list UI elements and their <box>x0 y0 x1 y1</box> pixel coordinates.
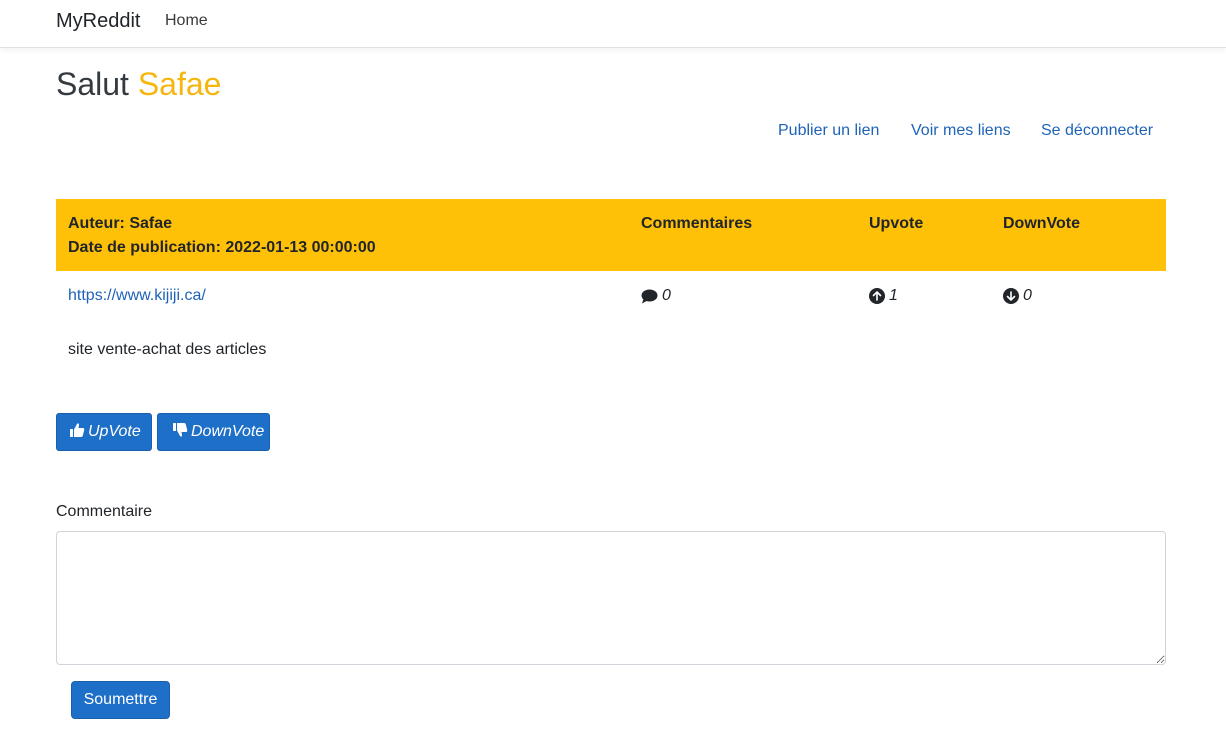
comment-textarea[interactable] <box>56 531 1166 665</box>
column-downvote: DownVote <box>1003 215 1081 232</box>
column-comments: Commentaires <box>641 215 753 232</box>
thumbs-up-icon <box>69 422 85 443</box>
arrow-up-circle-icon <box>869 288 885 304</box>
comment-label: Commentaire <box>56 503 153 520</box>
submit-button[interactable]: Soumettre <box>71 681 170 719</box>
downvote-button-label: DownVote <box>191 423 265 440</box>
page-title: Salut Safae <box>56 66 221 103</box>
downvote-count: 0 <box>1023 287 1032 304</box>
column-upvote: Upvote <box>869 215 924 232</box>
greeting-prefix: Salut <box>56 66 129 102</box>
upvote-button-label: UpVote <box>88 423 141 440</box>
brand-link[interactable]: MyReddit <box>56 10 140 33</box>
post-row: https://www.kijiji.ca/ 0 1 0 <box>56 271 1166 321</box>
comment-icon <box>641 289 658 304</box>
publish-link[interactable]: Publier un lien <box>778 122 879 140</box>
logout-link[interactable]: Se déconnecter <box>1041 122 1153 140</box>
user-actions: Publier un lien Voir mes liens Se déconn… <box>0 122 1226 144</box>
navbar: MyReddit Home <box>0 0 1226 48</box>
post-author: Auteur: Safae <box>68 215 173 232</box>
comments-count: 0 <box>662 287 671 304</box>
my-links-link[interactable]: Voir mes liens <box>911 122 1011 140</box>
thumbs-down-icon <box>172 422 188 443</box>
upvote-stat: 1 <box>869 287 898 305</box>
post-header: Auteur: Safae Date de publication: 2022-… <box>56 199 1166 271</box>
upvote-button[interactable]: UpVote <box>56 413 152 451</box>
upvote-count: 1 <box>889 287 898 304</box>
post-date: Date de publication: 2022-01-13 00:00:00 <box>68 239 376 256</box>
greeting-username: Safae <box>137 66 222 102</box>
downvote-button[interactable]: DownVote <box>157 413 270 451</box>
arrow-down-circle-icon <box>1003 288 1019 304</box>
comments-stat: 0 <box>641 287 671 305</box>
downvote-stat: 0 <box>1003 287 1032 305</box>
post-description: site vente-achat des articles <box>68 341 267 358</box>
nav-home-link[interactable]: Home <box>165 12 208 30</box>
post-link[interactable]: https://www.kijiji.ca/ <box>68 287 206 305</box>
